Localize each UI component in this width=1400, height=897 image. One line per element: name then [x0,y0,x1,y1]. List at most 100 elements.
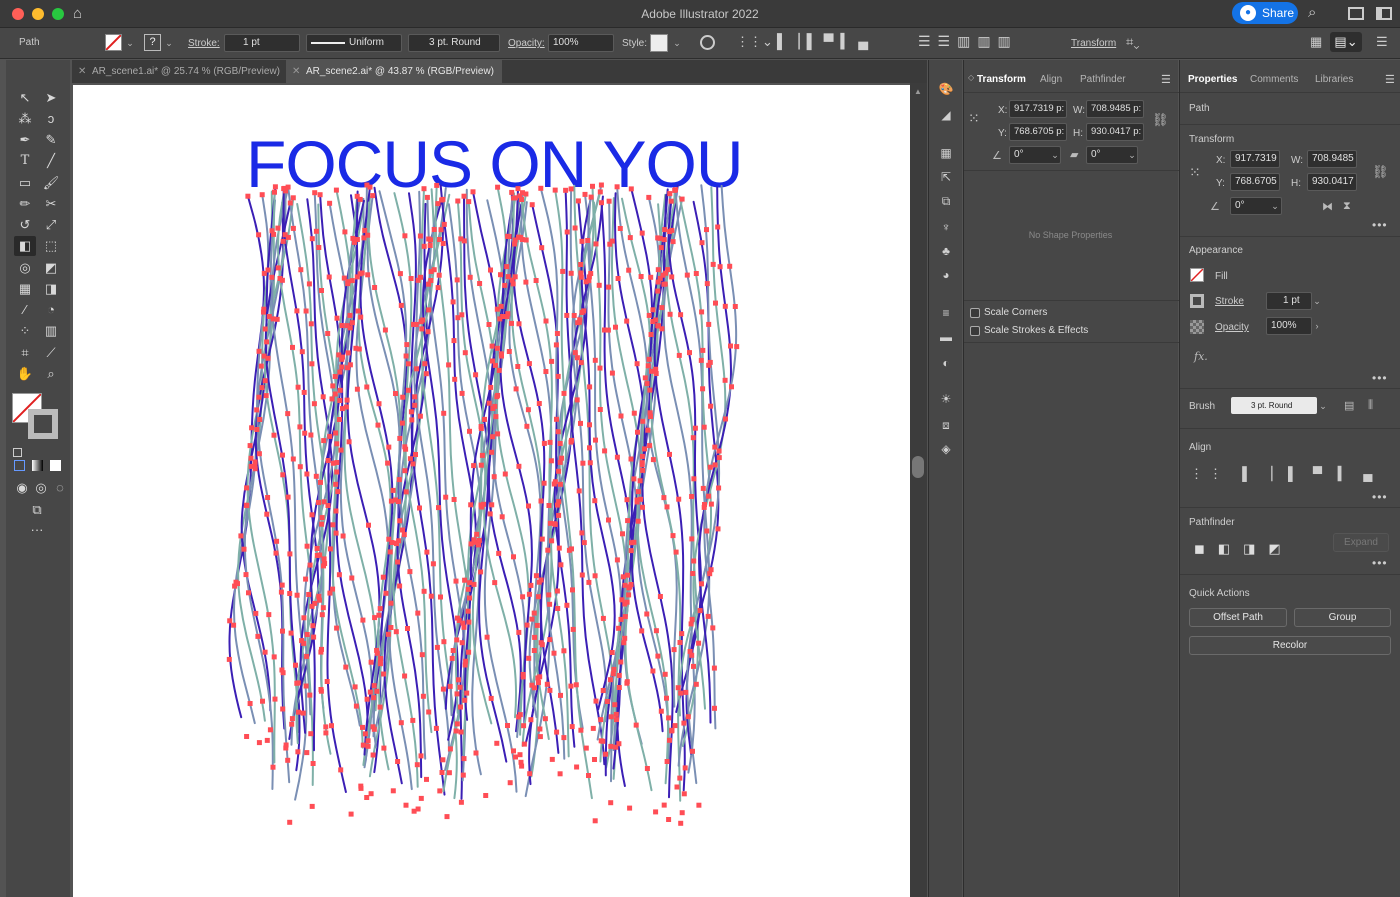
anchor-point[interactable] [399,420,405,426]
anchor-point[interactable] [676,352,682,358]
anchor-point[interactable] [677,640,683,645]
stroke-swatch[interactable] [1190,294,1204,308]
anchor-point[interactable] [350,235,356,241]
anchor-point[interactable] [484,634,490,640]
anchor-point[interactable] [374,650,380,656]
anchor-point[interactable] [347,362,353,368]
anchor-point[interactable] [640,418,646,424]
anchor-point[interactable] [541,480,547,486]
anchor-point[interactable] [254,427,260,432]
anchor-point[interactable] [321,563,326,569]
anchor-point[interactable] [700,485,706,491]
anchor-point[interactable] [614,557,620,563]
more-options-icon[interactable]: ••• [1372,371,1388,385]
anchor-point[interactable] [579,572,585,578]
anchor-point[interactable] [347,312,353,318]
anchor-point[interactable] [457,684,463,690]
anchor-point[interactable] [498,303,504,309]
anchor-point[interactable] [662,281,668,287]
anchor-point[interactable] [478,502,484,508]
anchor-point[interactable] [370,752,376,758]
anchor-point[interactable] [552,521,558,527]
anchor-point[interactable] [592,573,598,579]
anchor-point[interactable] [330,586,336,592]
anchor-point[interactable] [321,556,327,562]
anchor-point[interactable] [710,261,716,267]
vertical-scrollbar[interactable]: ▲ [910,83,927,897]
anchor-point[interactable] [717,264,723,270]
artboard[interactable]: FOCUS ON YOU [73,85,910,897]
anchor-point[interactable] [596,282,602,288]
anchor-point[interactable] [523,279,529,285]
anchor-point[interactable] [417,413,423,419]
anchor-point[interactable] [290,225,296,231]
anchor-point[interactable] [568,439,574,445]
anchor-point[interactable] [488,695,494,701]
fx-button[interactable]: fx. [1194,350,1208,363]
rectangle-tool-icon[interactable]: ▭ [14,173,36,193]
anchor-point[interactable] [264,737,270,743]
anchor-point[interactable] [615,276,621,281]
anchor-point[interactable] [402,444,408,450]
anchor-point[interactable] [590,725,596,731]
tab-comments[interactable]: Comments [1250,70,1298,90]
opacity-field[interactable]: 100% [1266,317,1312,335]
anchor-point[interactable] [634,497,640,503]
anchor-point[interactable] [526,361,532,367]
tab-libraries[interactable]: Libraries [1315,70,1353,90]
anchor-point[interactable] [459,640,465,646]
anchor-point[interactable] [538,185,544,191]
group-button[interactable]: Group [1294,608,1391,627]
anchor-point[interactable] [289,721,295,727]
anchor-point[interactable] [524,622,530,628]
anchor-point[interactable] [661,802,667,808]
anchor-point[interactable] [616,741,622,747]
anchor-point[interactable] [655,288,661,294]
anchor-point[interactable] [467,428,472,434]
opacity-field[interactable]: 100% [548,34,614,52]
anchor-point[interactable] [648,332,654,337]
screen-mode-icon[interactable]: ⧉ [26,500,48,520]
anchor-point[interactable] [593,241,599,247]
anchor-point[interactable] [693,681,699,687]
anchor-point[interactable] [655,267,661,273]
anchor-point[interactable] [280,706,286,712]
anchor-point[interactable] [316,597,322,603]
anchor-point[interactable] [475,542,481,548]
anchor-point[interactable] [451,497,457,502]
anchor-point[interactable] [706,493,712,499]
w-field[interactable]: 708.9485 [1307,150,1357,168]
anchor-point[interactable] [669,227,675,233]
anchor-point[interactable] [727,263,733,269]
anchor-point[interactable] [454,721,460,727]
anchor-point[interactable] [297,424,303,430]
color-panel-icon[interactable]: ◢ [936,106,956,124]
anchor-point[interactable] [330,383,336,389]
anchor-point[interactable] [259,385,265,391]
flip-vertical-icon[interactable]: ⧗ [1343,200,1351,213]
anchor-point[interactable] [358,783,364,789]
anchor-point[interactable] [299,349,305,355]
anchor-point[interactable] [489,449,495,455]
anchor-point[interactable] [360,724,365,730]
anchor-point[interactable] [491,474,497,480]
anchor-point[interactable] [492,580,498,586]
anchor-point[interactable] [561,648,567,654]
stroke-profile-select[interactable]: Uniform [306,34,402,52]
anchor-point[interactable] [394,541,399,547]
chevron-right-icon[interactable]: › [1310,317,1324,335]
more-options-icon[interactable]: ••• [1372,556,1388,570]
anchor-point[interactable] [241,546,247,552]
anchor-point[interactable] [670,533,676,539]
anchor-point[interactable] [397,271,403,277]
anchor-point[interactable] [324,679,330,684]
anchor-point[interactable] [337,387,343,393]
anchor-point[interactable] [684,272,690,278]
anchor-point[interactable] [461,238,467,244]
anchor-point[interactable] [333,508,339,514]
anchor-point[interactable] [294,680,300,686]
anchor-point[interactable] [436,272,442,278]
anchor-point[interactable] [425,329,431,335]
anchor-point[interactable] [655,653,661,659]
reference-point-icon[interactable]: ⁙ [1189,164,1201,181]
